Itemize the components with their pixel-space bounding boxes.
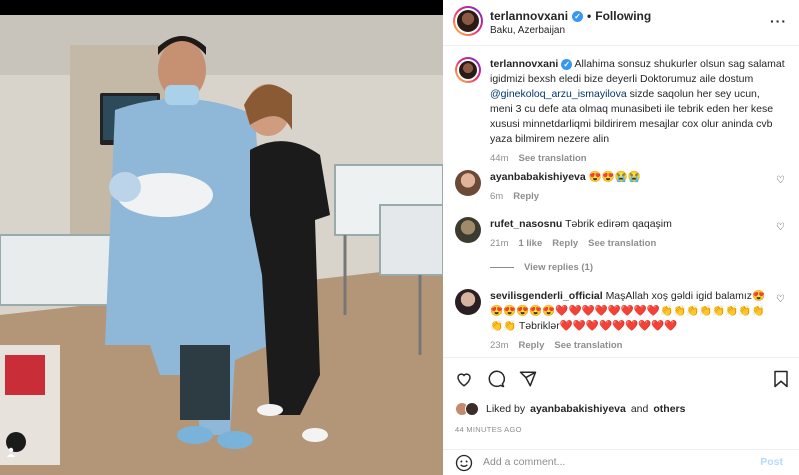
caption-username[interactable]: terlannovxani [490, 58, 558, 70]
author-avatar[interactable] [453, 6, 483, 36]
emoji-picker-icon[interactable] [455, 454, 473, 475]
comment-time[interactable]: 23m [490, 340, 508, 351]
liked-by: Liked by ayanbabakishiyeva and others [455, 402, 685, 416]
following-button[interactable]: Following [595, 9, 651, 23]
post-image [0, 15, 443, 475]
comment-likes[interactable]: 1 like [518, 238, 542, 249]
liked-by-prefix: Liked by [486, 403, 526, 415]
like-comment-heart-icon[interactable]: ♡ [776, 175, 785, 186]
commenter-username[interactable]: rufet_nasosnu [490, 218, 562, 230]
post-header: terlannovxani ✓ • Following Baku, Azerba… [443, 0, 799, 46]
comment-text: sevilisgenderli_official MaşAllah xoş gə… [490, 289, 785, 334]
commenter-avatar[interactable] [455, 170, 481, 196]
comment-item: rufet_nasosnu Təbrik edirəm qaqaşim 21m … [455, 217, 785, 249]
comment-bubble-icon[interactable] [487, 370, 505, 388]
comment-time[interactable]: 6m [490, 191, 503, 202]
comment-text: ayanbabakishiyeva 😍😍😭😭 [490, 170, 785, 185]
like-comment-heart-icon[interactable]: ♡ [776, 294, 785, 305]
see-translation-button[interactable]: See translation [554, 340, 622, 351]
comment-meta: 21m 1 like Reply See translation [490, 238, 785, 249]
author-line: terlannovxani ✓ • Following [490, 9, 651, 23]
liked-by-and: and [630, 403, 649, 415]
replies-line [490, 267, 514, 268]
post-location[interactable]: Baku, Azerbaijan [490, 25, 565, 36]
comment-text: rufet_nasosnu Təbrik edirəm qaqaşim [490, 217, 785, 232]
view-replies-label: View replies (1) [524, 262, 593, 273]
action-icons [455, 370, 537, 388]
like-heart-icon[interactable] [455, 370, 473, 388]
comment-meta: 23m Reply See translation [490, 340, 785, 351]
verified-badge-icon: ✓ [572, 10, 584, 22]
caption: terlannovxani ✓ Allahima sonsuz shukurle… [455, 57, 785, 164]
author-username[interactable]: terlannovxani [490, 9, 568, 23]
liked-by-others[interactable]: others [653, 403, 685, 415]
comment-time[interactable]: 21m [490, 238, 508, 249]
save-bookmark-icon[interactable] [773, 370, 789, 393]
caption-time[interactable]: 44m [490, 153, 508, 164]
post-comment-button[interactable]: Post [760, 456, 783, 468]
mention-link[interactable]: @ginekoloq_arzu_ismayilova [490, 88, 627, 100]
comment-body: Təbrik edirəm qaqaşim [565, 218, 672, 230]
photo-top-bar [0, 0, 443, 15]
reply-button[interactable]: Reply [552, 238, 578, 249]
tagged-users-button[interactable] [6, 432, 26, 457]
caption-text: terlannovxani ✓ Allahima sonsuz shukurle… [490, 57, 785, 147]
reply-button[interactable]: Reply [518, 340, 544, 351]
reply-button[interactable]: Reply [513, 191, 539, 202]
share-send-icon[interactable] [519, 370, 537, 388]
caption-avatar[interactable] [455, 57, 481, 83]
add-comment-input[interactable]: Add a comment... [483, 456, 565, 468]
verified-badge-icon: ✓ [561, 59, 573, 70]
post-photo[interactable] [0, 0, 443, 475]
comment-item: ayanbabakishiyeva 😍😍😭😭 6m Reply ♡ [455, 170, 785, 202]
commenter-avatar[interactable] [455, 217, 481, 243]
commenter-username[interactable]: ayanbabakishiyeva [490, 171, 586, 183]
comments-section[interactable]: terlannovxani ✓ Allahima sonsuz shukurle… [443, 47, 799, 357]
comment-meta: 6m Reply [490, 191, 785, 202]
commenter-avatar[interactable] [455, 289, 481, 315]
see-translation-button[interactable]: See translation [588, 238, 656, 249]
post-actions: Liked by ayanbabakishiyeva and others 44… [443, 357, 799, 475]
comment-item: sevilisgenderli_official MaşAllah xoş gə… [455, 289, 785, 351]
add-comment-bar: Add a comment... Post [443, 449, 799, 475]
caption-meta: 44m See translation [490, 153, 785, 164]
person-icon [7, 447, 15, 457]
separator-dot: • [587, 9, 592, 23]
liked-by-avatars[interactable] [455, 402, 481, 416]
caption-see-translation[interactable]: See translation [518, 153, 586, 164]
post-timestamp[interactable]: 44 MINUTES AGO [455, 425, 522, 434]
commenter-username[interactable]: sevilisgenderli_official [490, 290, 603, 302]
liked-by-user[interactable]: ayanbabakishiyeva [530, 403, 626, 415]
more-options-icon[interactable]: ··· [770, 13, 787, 29]
post-sidebar: terlannovxani ✓ • Following Baku, Azerba… [443, 0, 799, 475]
like-comment-heart-icon[interactable]: ♡ [776, 222, 785, 233]
view-replies-button[interactable]: View replies (1) [490, 262, 593, 273]
comment-body: 😍😍😭😭 [588, 171, 641, 183]
